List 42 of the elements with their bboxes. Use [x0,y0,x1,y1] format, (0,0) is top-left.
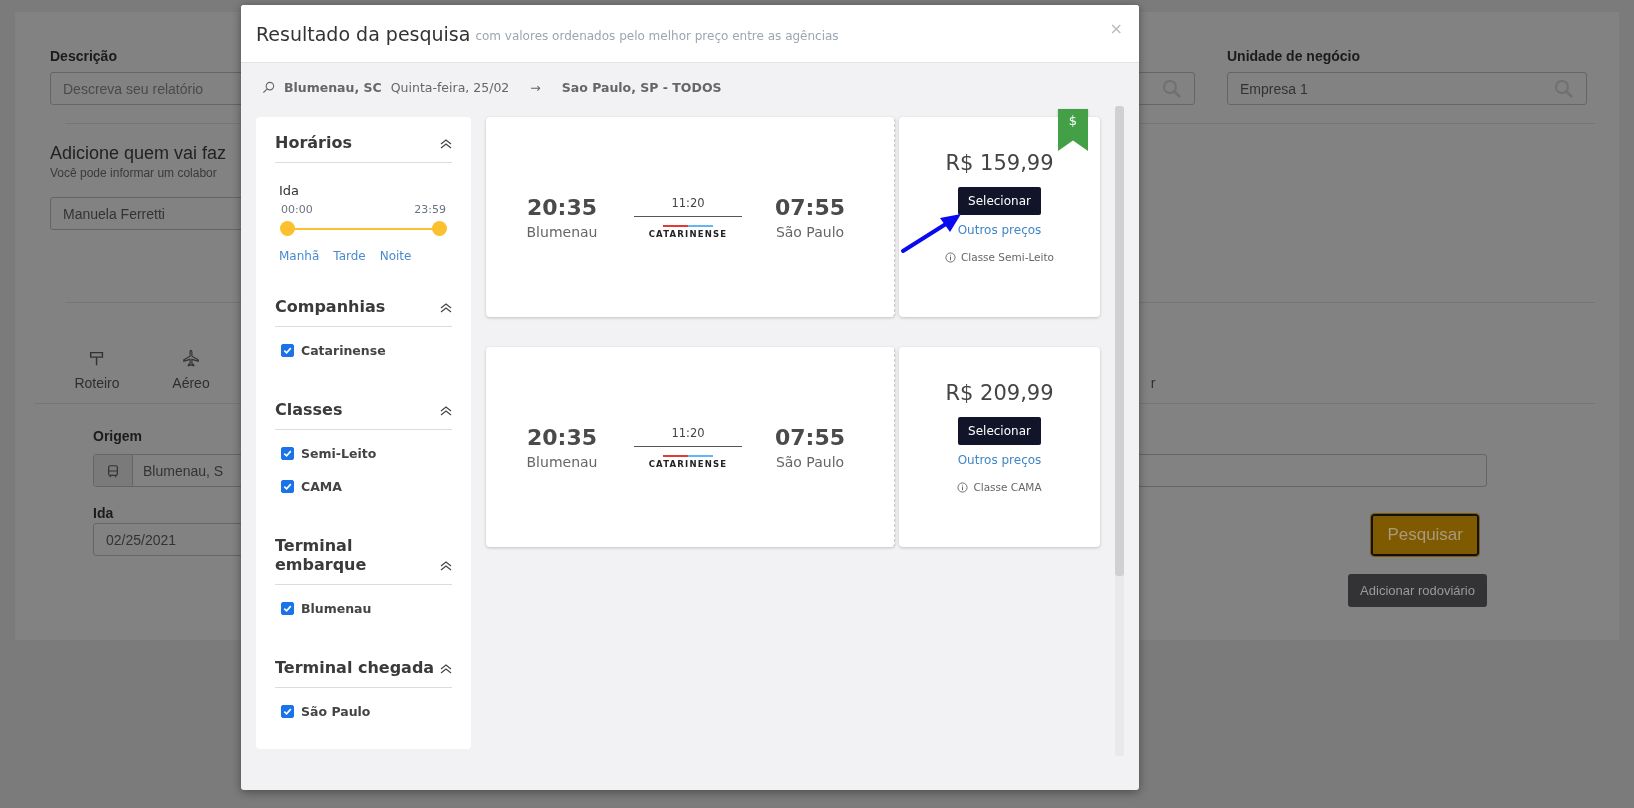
option-label: CAMA [301,479,342,494]
dialog-subtitle: com valores ordenados pelo melhor preço entre as agências [475,28,839,43]
date-text: Quinta-feira, 25/02 [390,79,510,95]
field-label: Ida [93,505,114,523]
filter-title: Classes [275,400,343,419]
end-time: 23:59 [414,203,446,216]
departure-time: 20:35 [527,194,597,220]
field-label: Origem [93,428,142,446]
arrival-time: 07:55 [775,194,845,220]
carrier-logo: CATARINENSE [648,224,728,239]
option-label: São Paulo [301,704,371,719]
city-name: Blumenau [526,223,598,240]
section-title: Adicione quem vai faz [50,143,227,164]
option-label: Blumenau [301,601,372,616]
filter-title: Horários [275,133,352,152]
class-text: Classe Semi-Leito [960,251,1055,263]
arrival-time: 07:55 [775,424,845,450]
price-text: R$ 209,99 [945,381,1054,405]
dialog-title: Resultado da pesquisa [256,22,471,45]
city-name: São Paulo [775,223,845,240]
city-name: São Paulo [775,453,845,470]
city-name: Blumenau [526,453,598,470]
option-label: Catarinense [301,343,386,358]
start-time: 00:00 [281,203,313,216]
origin-text: Blumenau, SC [284,79,382,95]
duration-text: 11:20 [671,195,705,210]
field-label: Unidade de negócio [1227,48,1360,66]
filter-title: Companhias [275,297,386,316]
field-label: Descrição [50,48,117,66]
carrier-logo: CATARINENSE [648,454,728,469]
price-text: R$ 159,99 [945,151,1054,175]
duration-text: 11:20 [671,425,705,440]
arrow-text: → [530,79,541,95]
direction-label: Ida [279,183,301,198]
destination-text: Sao Paulo, SP - TODOS [561,79,722,95]
filter-title: Terminal chegada [275,658,435,677]
departure-time: 20:35 [527,424,597,450]
section-subtitle: Você pode informar um colabor [50,166,217,180]
filter-title: Terminal embarque [275,536,368,574]
best-price-ribbon: $ [1058,109,1088,151]
option-label: Semi-Leito [301,446,377,461]
class-text: Classe CAMA [973,481,1042,493]
